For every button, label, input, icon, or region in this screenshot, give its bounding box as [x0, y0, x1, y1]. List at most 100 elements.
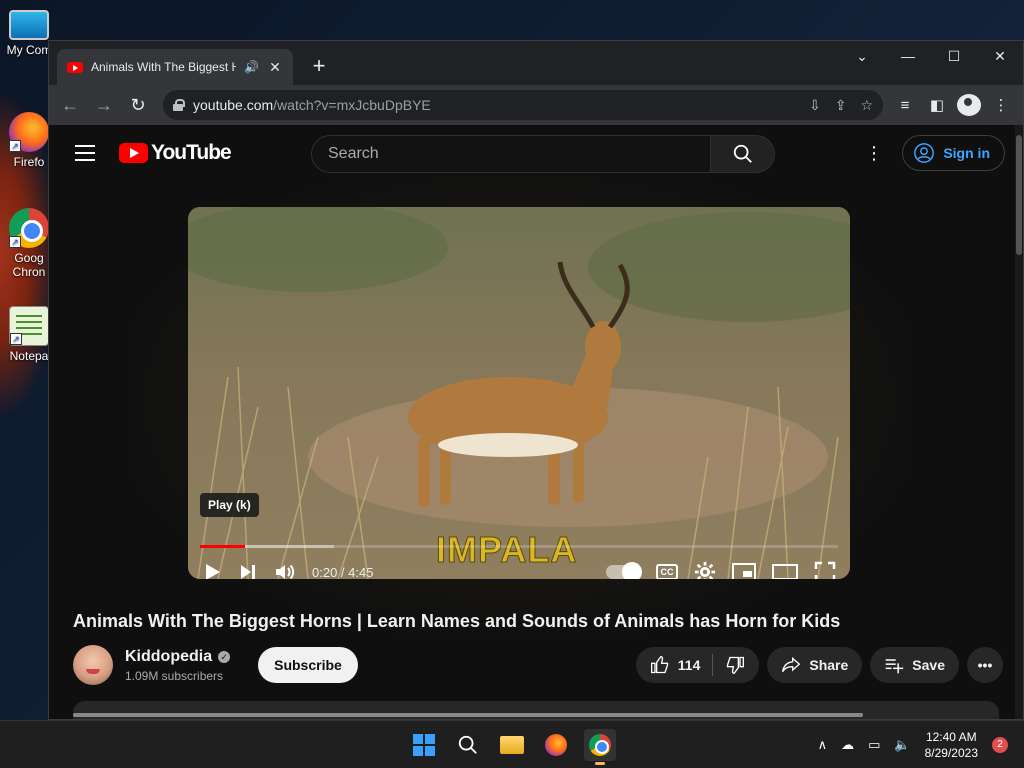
subscribe-button[interactable]: Subscribe: [258, 647, 358, 683]
windows-logo-icon: [413, 734, 435, 756]
reading-list-icon[interactable]: ≡: [893, 97, 917, 114]
video-title: Animals With The Biggest Horns | Learn N…: [73, 611, 841, 631]
desktop-icon-notepad[interactable]: ↗ Notepa: [4, 306, 54, 363]
share-button[interactable]: Share: [767, 647, 863, 683]
desktop-icon-label: Firefo: [13, 155, 45, 169]
share-page-icon[interactable]: ⇪: [835, 97, 847, 114]
url-text[interactable]: youtube.com/watch?v=mxJcbuDpBYE: [193, 97, 799, 113]
clock-date: 8/29/2023: [924, 746, 978, 760]
desktop-icon-label: Goog Chron: [12, 251, 46, 279]
youtube-page: YouTube Search ⋮ Sign in Play (k) IMPALA…: [49, 125, 1023, 719]
video-frame-impala: [188, 207, 850, 579]
autoplay-toggle[interactable]: [606, 562, 642, 579]
desktop-icon-my-computer[interactable]: My Com: [4, 10, 54, 57]
maximize-button[interactable]: ☐: [931, 41, 977, 71]
progress-bar[interactable]: [200, 545, 838, 548]
save-playlist-icon: [885, 659, 904, 674]
close-window-button[interactable]: ✕: [977, 41, 1023, 71]
save-label: Save: [912, 657, 945, 673]
shortcut-arrow-icon: ↗: [9, 140, 21, 152]
side-panel-icon[interactable]: ◧: [925, 96, 949, 114]
taskbar-chrome[interactable]: [584, 729, 616, 765]
notepad-icon: ↗: [9, 306, 49, 346]
vertical-scrollbar[interactable]: [1015, 125, 1023, 719]
taskbar-search-button[interactable]: [452, 729, 484, 761]
computer-icon: [9, 10, 49, 40]
time-display: 0:20 / 4:45: [312, 564, 374, 580]
tab-search-icon[interactable]: ⌄: [839, 41, 885, 71]
save-button[interactable]: Save: [870, 647, 959, 683]
video-actions: 114 Share Save •••: [635, 647, 1003, 683]
install-app-icon[interactable]: ⇩: [809, 97, 821, 114]
theater-mode-icon[interactable]: [772, 563, 798, 579]
youtube-favicon-icon: [67, 61, 83, 73]
channel-avatar[interactable]: [73, 645, 113, 685]
settings-kebab-icon[interactable]: ⋮: [865, 143, 883, 164]
menu-hamburger-icon[interactable]: [65, 133, 105, 173]
like-dislike-group: 114: [635, 647, 760, 683]
new-tab-button[interactable]: +: [305, 53, 333, 81]
taskbar-firefox[interactable]: [540, 729, 572, 761]
minimize-button[interactable]: —: [885, 41, 931, 71]
close-tab-icon[interactable]: ✕: [267, 59, 283, 76]
profile-avatar-icon[interactable]: [957, 94, 981, 116]
window-controls: ⌄ — ☐ ✕: [839, 41, 1023, 71]
search-button[interactable]: [711, 135, 775, 173]
fullscreen-icon[interactable]: [814, 561, 836, 579]
address-bar[interactable]: youtube.com/watch?v=mxJcbuDpBYE ⇩ ⇪ ☆: [163, 90, 883, 120]
folder-icon: [500, 736, 524, 754]
youtube-logo[interactable]: YouTube: [119, 141, 232, 165]
settings-gear-icon[interactable]: [694, 561, 716, 579]
notification-badge[interactable]: 2: [992, 737, 1008, 753]
more-actions-button[interactable]: •••: [967, 647, 1003, 683]
volume-icon[interactable]: [274, 562, 296, 579]
browser-toolbar: ← → ↻ youtube.com/watch?v=mxJcbuDpBYE ⇩ …: [49, 85, 1023, 125]
reload-button[interactable]: ↻: [123, 90, 153, 120]
share-label: Share: [809, 657, 849, 673]
channel-name[interactable]: Kiddopedia: [125, 648, 212, 666]
search-icon: [458, 735, 477, 754]
horizontal-scrollbar[interactable]: [73, 713, 863, 717]
sign-in-label: Sign in: [943, 145, 990, 161]
speaker-icon[interactable]: 🔊: [244, 60, 259, 74]
tray-overflow-chevron-icon[interactable]: ∧: [818, 737, 828, 753]
desktop-icon-label: My Com: [6, 43, 52, 57]
play-icon[interactable]: [202, 562, 222, 579]
forward-button[interactable]: →: [89, 90, 119, 120]
like-count[interactable]: 114: [678, 657, 701, 673]
channel-info: Kiddopedia ✓ 1.09M subscribers: [125, 648, 231, 683]
next-icon[interactable]: [238, 562, 258, 579]
clock[interactable]: 12:40 AM 8/29/2023: [925, 729, 978, 761]
back-button[interactable]: ←: [55, 90, 85, 120]
channel-name-row: Kiddopedia ✓: [125, 648, 231, 666]
taskbar-file-explorer[interactable]: [496, 729, 528, 761]
video-owner-row: Kiddopedia ✓ 1.09M subscribers Subscribe…: [73, 645, 1003, 685]
toolbar-right: ≡ ◧ ⋮: [893, 94, 1017, 116]
miniplayer-icon[interactable]: [732, 562, 756, 579]
thumbs-up-icon[interactable]: [650, 655, 670, 675]
desktop-icon-firefox[interactable]: ↗ Firefo: [4, 112, 54, 169]
captions-icon[interactable]: CC: [656, 564, 678, 579]
bookmark-star-icon[interactable]: ☆: [860, 97, 873, 114]
chrome-menu-icon[interactable]: ⋮: [989, 96, 1013, 114]
shortcut-arrow-icon: ↗: [9, 236, 21, 248]
network-icon[interactable]: ▭: [868, 737, 880, 753]
volume-icon[interactable]: 🔈: [894, 737, 910, 753]
play-tooltip: Play (k): [200, 493, 259, 517]
video-player[interactable]: Play (k) IMPALA 0:20 / 4:45 CC: [188, 207, 850, 579]
firefox-icon: ↗: [9, 112, 49, 152]
thumbs-down-icon[interactable]: [725, 655, 745, 675]
search-icon: [733, 144, 752, 163]
browser-tab[interactable]: Animals With The Biggest Ho 🔊 ✕: [57, 49, 293, 85]
firefox-icon: [545, 734, 567, 756]
sign-in-button[interactable]: Sign in: [902, 135, 1005, 171]
desktop-icon-chrome[interactable]: ↗ Goog Chron: [4, 208, 54, 279]
chrome-icon: [589, 734, 611, 756]
omnibox-actions: ⇩ ⇪ ☆: [809, 97, 873, 114]
onedrive-cloud-icon[interactable]: ☁: [841, 737, 854, 753]
youtube-play-logo-icon: [119, 143, 148, 163]
lock-icon[interactable]: [173, 99, 185, 111]
start-button[interactable]: [408, 729, 440, 761]
search-input[interactable]: Search: [311, 135, 711, 173]
search-bar: Search: [311, 135, 775, 173]
